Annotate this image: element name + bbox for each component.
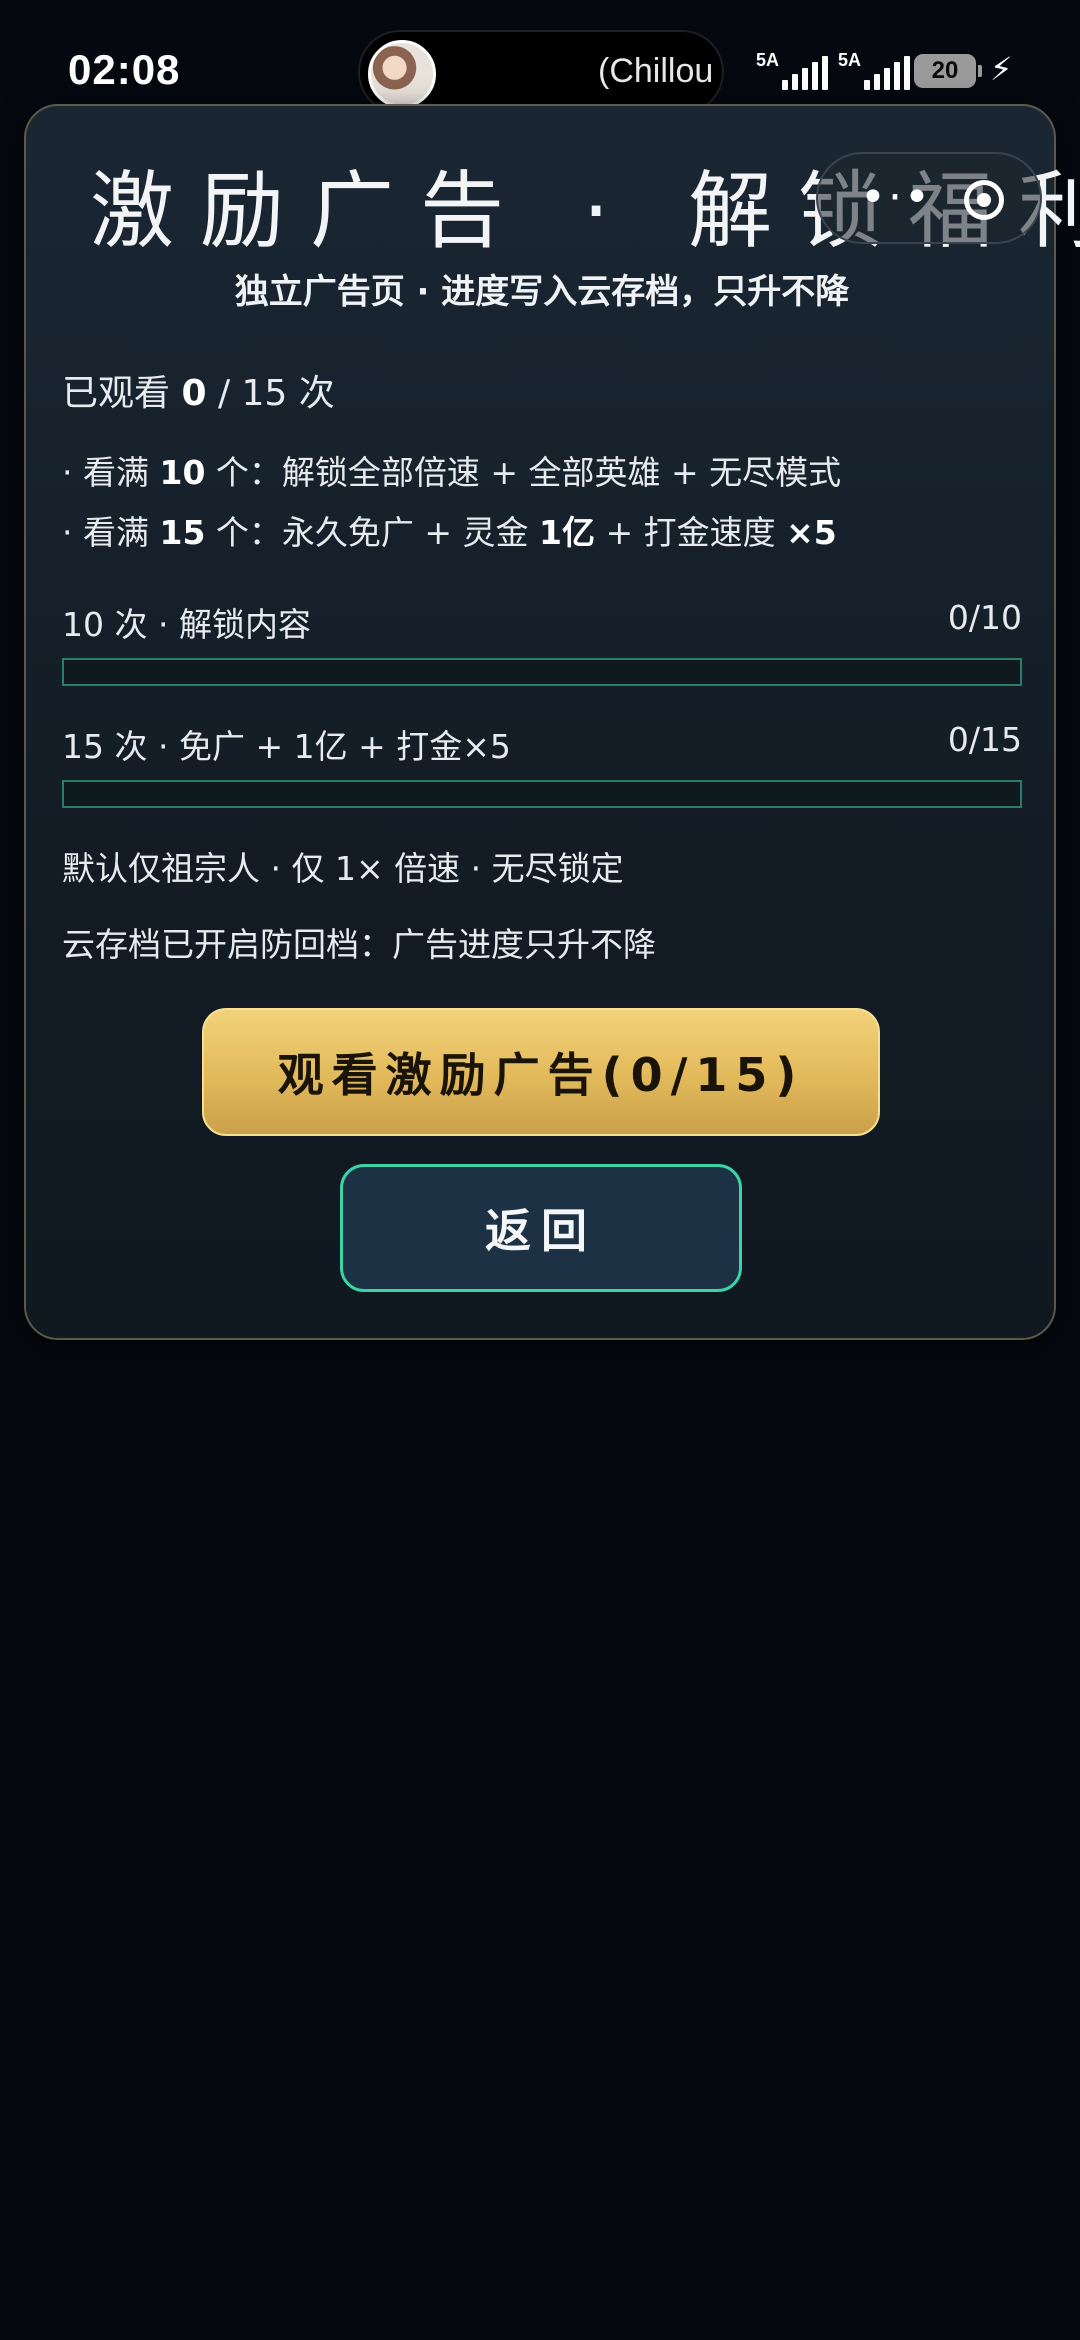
close-target-icon[interactable] [964,180,1004,220]
watch-ad-button[interactable]: 观看激励广告(0/15) [202,1008,880,1136]
progress-value: 0/15 [947,720,1022,759]
subtitle: 独立广告页 · 进度写入云存档，只升不降 [234,272,850,312]
progress-label-10: 10 次 · 解锁内容 0/10 [62,598,1022,644]
media-island[interactable]: (Chillou [358,30,724,114]
progress-value: 0/10 [947,598,1022,637]
cloud-save-note: 云存档已开启防回档：广告进度只升不降 [62,925,656,964]
network-label: 5A [838,50,862,70]
reward-ad-panel: 激励广告 · 解锁福利 •·• 独立广告页 · 进度写入云存档，只升不降 已观看… [24,104,1080,1340]
miniprogram-capsule[interactable]: •·• [816,152,1042,244]
more-icon[interactable]: •·• [860,172,932,223]
status-time: 02:08 [68,46,181,93]
progress-bar-10 [62,658,1022,686]
watched-count: 已观看 0 / 15 次 [62,373,335,414]
back-button[interactable]: 返回 [340,1164,742,1292]
media-album-art [368,40,436,108]
progress-label-15: 15 次 · 免广 + 1亿 + 打金×5 0/15 [62,720,1022,766]
battery-icon: 20 [914,54,982,88]
network-label: 5A [756,50,780,70]
progress-bar-15 [62,780,1022,808]
signal-icon: 5A [756,50,834,90]
reward-tier-10: · 看满 10 个：解锁全部倍速 + 全部英雄 + 无尽模式 [62,453,842,492]
watched-number: 0 [181,373,207,414]
reward-tier-15: · 看满 15 个：永久免广 + 灵金 1亿 + 打金速度 ×5 [62,513,837,552]
media-title: (Chillou [598,52,714,90]
default-status-note: 默认仅祖宗人 · 仅 1× 倍速 · 无尽锁定 [62,849,624,888]
lightning-icon: ⚡ [990,50,1013,88]
status-icons: 5A 5A 20 ⚡ [756,50,1056,90]
signal-icon: 5A [838,50,916,90]
